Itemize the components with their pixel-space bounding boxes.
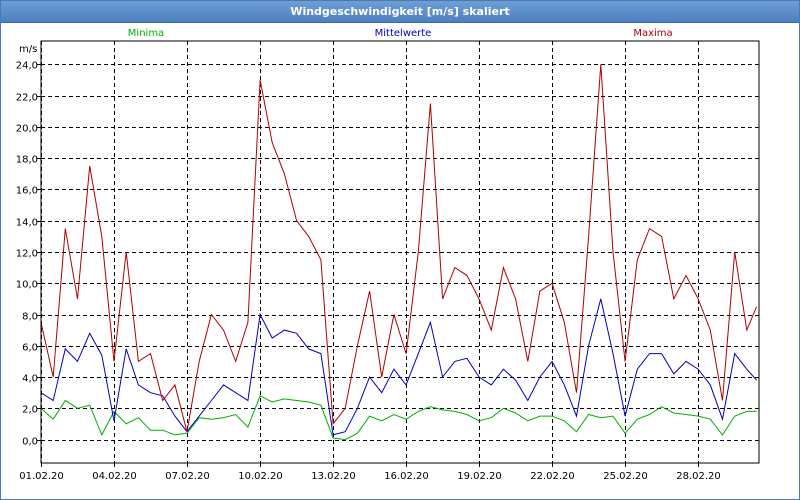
y-tick-label: 0,0 (22, 437, 38, 448)
chart-window: Windgeschwindigkeit [m/s] skaliert 0,0 2,… (0, 0, 800, 500)
y-tick-label: 14,0 (16, 218, 38, 229)
y-tick-label: 2,0 (22, 405, 38, 416)
x-tick-label: 01.02.20 (19, 471, 64, 482)
y-tick-label: 16,0 (16, 186, 38, 197)
x-tick-label: 10.02.20 (238, 471, 283, 482)
x-tick-label: 04.02.20 (92, 471, 137, 482)
legend: Minima Mittelwerte Maxima (128, 28, 673, 39)
y-axis-unit: m/s (19, 44, 37, 55)
legend-item-maxima: Maxima (633, 28, 672, 39)
y-tick-label: 24,0 (16, 61, 38, 72)
legend-item-mittelwerte: Mittelwerte (375, 28, 432, 39)
grid (41, 41, 759, 463)
wind-speed-chart: 0,0 2,0 4,0 6,0 8,0 10,0 12,0 14,0 16,0 18,0 20,0 2… (16, 28, 760, 482)
x-tick-label: 28.02.20 (676, 471, 721, 482)
y-tick-label: 22,0 (16, 93, 38, 104)
y-tick-label: 8,0 (22, 312, 38, 323)
legend-item-minima: Minima (128, 28, 164, 39)
series-line-minima (40, 395, 757, 441)
y-tick-label: 20,0 (16, 124, 38, 135)
x-axis-ticks: 01.02.20 04.02.20 07.02.20 10.02.20 13.02.20… (19, 463, 721, 482)
y-tick-label: 18,0 (16, 155, 38, 166)
x-tick-label: 19.02.20 (457, 471, 502, 482)
y-tick-label: 10,0 (16, 280, 38, 291)
x-tick-label: 07.02.20 (165, 471, 210, 482)
y-tick-label: 6,0 (22, 343, 38, 354)
x-tick-label: 16.02.20 (384, 471, 429, 482)
x-tick-label: 25.02.20 (603, 471, 648, 482)
series-line-maxima (40, 64, 758, 432)
x-tick-label: 22.02.20 (530, 471, 575, 482)
x-tick-label: 13.02.20 (311, 471, 356, 482)
y-axis-ticks: 0,0 2,0 4,0 6,0 8,0 10,0 12,0 14,0 16,0 18,0 20,0 2… (16, 61, 41, 448)
y-tick-label: 12,0 (16, 249, 38, 260)
y-tick-label: 4,0 (22, 374, 38, 385)
